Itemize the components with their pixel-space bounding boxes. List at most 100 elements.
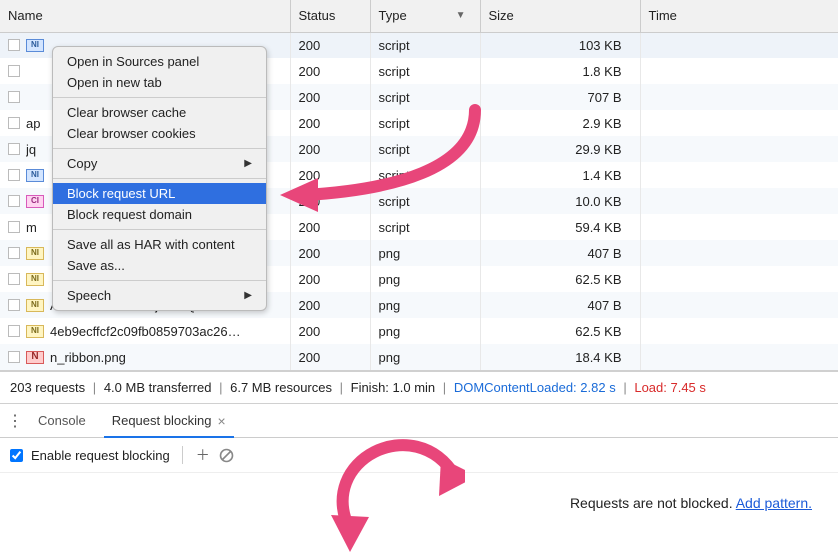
request-status: 200: [290, 266, 370, 292]
add-pattern-icon[interactable]: ＋: [195, 447, 211, 463]
request-size: 18.4 KB: [480, 344, 640, 370]
request-size: 62.5 KB: [480, 318, 640, 344]
drawer-menu-icon[interactable]: ⋮: [4, 411, 24, 431]
tab-request-blocking-label: Request blocking: [112, 413, 212, 428]
header-type-label: Type: [379, 8, 407, 23]
request-time: [640, 266, 838, 292]
row-checkbox[interactable]: [8, 273, 20, 285]
file-type-badge: NI: [26, 299, 44, 312]
request-status: 200: [290, 110, 370, 136]
request-name: 4eb9ecffcf2c09fb0859703ac26…: [50, 324, 241, 339]
request-time: [640, 344, 838, 370]
ctx-open-in-new-tab[interactable]: Open in new tab: [53, 72, 266, 93]
header-type[interactable]: Type ▼: [370, 0, 480, 32]
request-time: [640, 136, 838, 162]
request-time: [640, 58, 838, 84]
request-size: 10.0 KB: [480, 188, 640, 214]
drawer-tab-bar: ⋮ Console Request blocking ×: [0, 404, 838, 438]
context-menu: Open in Sources panel Open in new tab Cl…: [52, 46, 267, 311]
close-tab-icon[interactable]: ×: [217, 413, 225, 429]
request-status: 200: [290, 214, 370, 240]
table-row[interactable]: NI4eb9ecffcf2c09fb0859703ac26…200png62.5…: [0, 318, 838, 344]
ctx-block-request-url[interactable]: Block request URL: [53, 183, 266, 204]
ctx-save-as[interactable]: Save as...: [53, 255, 266, 276]
ctx-speech[interactable]: Speech ▶: [53, 285, 266, 306]
row-checkbox[interactable]: [8, 39, 20, 51]
submenu-arrow-icon: ▶: [244, 290, 252, 301]
requests-not-blocked-message: Requests are not blocked. Add pattern.: [570, 495, 812, 511]
ctx-open-in-sources[interactable]: Open in Sources panel: [53, 51, 266, 72]
row-checkbox[interactable]: [8, 117, 20, 129]
request-blocking-toolbar: Enable request blocking ＋: [0, 438, 838, 473]
request-time: [640, 214, 838, 240]
request-status: 200: [290, 344, 370, 370]
request-time: [640, 292, 838, 318]
header-name[interactable]: Name: [0, 0, 290, 32]
status-bar: 203 requests | 4.0 MB transferred | 6.7 …: [0, 370, 838, 404]
ctx-block-request-domain[interactable]: Block request domain: [53, 204, 266, 225]
header-time[interactable]: Time: [640, 0, 838, 32]
enable-request-blocking-checkbox[interactable]: [10, 449, 23, 462]
request-size: 62.5 KB: [480, 266, 640, 292]
ctx-clear-cache[interactable]: Clear browser cache: [53, 102, 266, 123]
request-type: png: [370, 266, 480, 292]
request-size: 59.4 KB: [480, 214, 640, 240]
ctx-separator: [53, 148, 266, 149]
ctx-separator: [53, 97, 266, 98]
status-domcontentloaded: DOMContentLoaded: 2.82 s: [454, 380, 616, 395]
table-header-row: Name Status Type ▼ Size Time: [0, 0, 838, 32]
clear-patterns-icon[interactable]: [219, 447, 235, 463]
row-checkbox[interactable]: [8, 299, 20, 311]
request-status: 200: [290, 318, 370, 344]
request-type: png: [370, 240, 480, 266]
file-type-badge: N: [26, 351, 44, 364]
row-checkbox[interactable]: [8, 351, 20, 363]
ctx-copy[interactable]: Copy ▶: [53, 153, 266, 174]
status-finish: Finish: 1.0 min: [351, 380, 436, 395]
row-checkbox[interactable]: [8, 65, 20, 77]
status-transferred: 4.0 MB transferred: [104, 380, 212, 395]
request-status: 200: [290, 58, 370, 84]
ctx-clear-cookies[interactable]: Clear browser cookies: [53, 123, 266, 144]
request-size: 103 KB: [480, 32, 640, 58]
tab-console[interactable]: Console: [26, 405, 98, 436]
request-status: 200: [290, 240, 370, 266]
ctx-separator: [53, 280, 266, 281]
row-checkbox[interactable]: [8, 195, 20, 207]
request-status: 200: [290, 188, 370, 214]
request-time: [640, 188, 838, 214]
request-type: script: [370, 32, 480, 58]
table-row[interactable]: Nn_ribbon.png200png18.4 KB: [0, 344, 838, 370]
add-pattern-link[interactable]: Add pattern.: [736, 495, 812, 511]
file-type-badge: NI: [26, 273, 44, 286]
sort-descending-icon: ▼: [456, 10, 466, 21]
header-size[interactable]: Size: [480, 0, 640, 32]
request-size: 2.9 KB: [480, 110, 640, 136]
row-checkbox[interactable]: [8, 247, 20, 259]
request-type: script: [370, 58, 480, 84]
tab-request-blocking[interactable]: Request blocking ×: [100, 405, 238, 437]
request-size: 29.9 KB: [480, 136, 640, 162]
request-status: 200: [290, 32, 370, 58]
request-status: 200: [290, 162, 370, 188]
request-time: [640, 318, 838, 344]
request-name: n_ribbon.png: [50, 350, 126, 365]
row-checkbox[interactable]: [8, 169, 20, 181]
request-status: 200: [290, 136, 370, 162]
ctx-save-har[interactable]: Save all as HAR with content: [53, 234, 266, 255]
row-checkbox[interactable]: [8, 221, 20, 233]
row-checkbox[interactable]: [8, 325, 20, 337]
row-checkbox[interactable]: [8, 91, 20, 103]
status-resources: 6.7 MB resources: [230, 380, 332, 395]
request-size: 707 B: [480, 84, 640, 110]
request-name: m: [26, 220, 37, 235]
header-status[interactable]: Status: [290, 0, 370, 32]
request-name: jq: [26, 142, 36, 157]
row-checkbox[interactable]: [8, 143, 20, 155]
request-time: [640, 162, 838, 188]
request-time: [640, 110, 838, 136]
ctx-separator: [53, 229, 266, 230]
request-type: script: [370, 162, 480, 188]
request-type: script: [370, 188, 480, 214]
file-type-badge: NI: [26, 169, 44, 182]
